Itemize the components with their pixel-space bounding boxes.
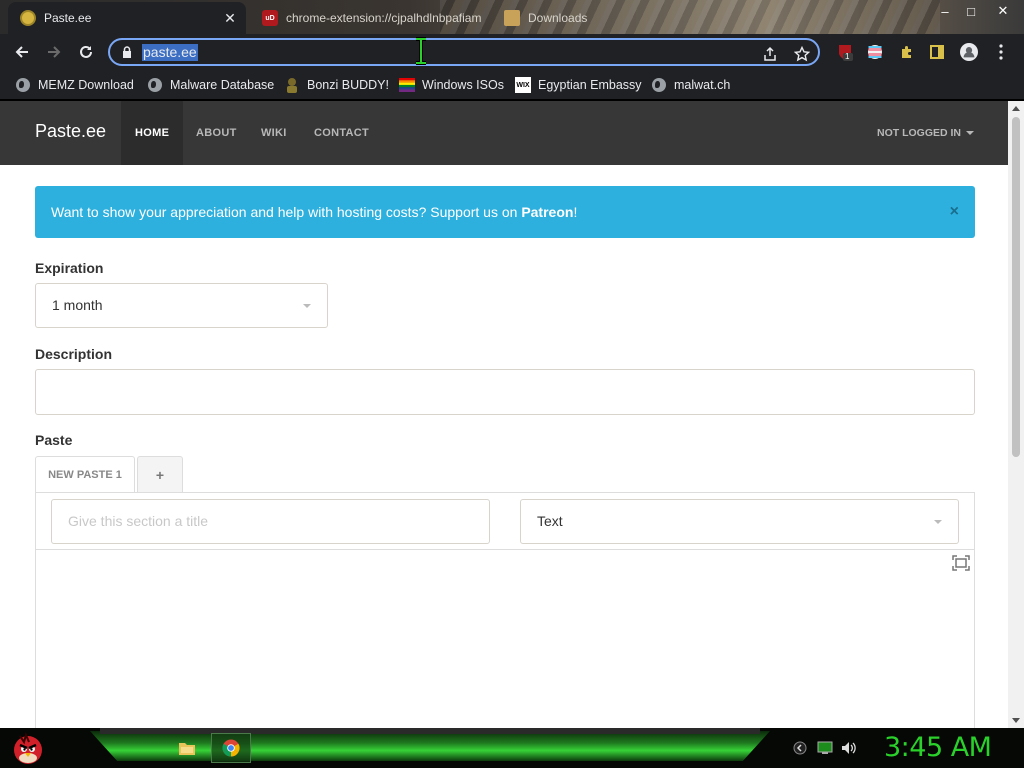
address-bar[interactable]: paste.ee [108,37,820,66]
patreon-link[interactable]: Patreon [521,204,573,220]
globe-icon [651,77,667,93]
nav-about[interactable]: ABOUT [196,101,237,165]
wix-icon: WIX [515,77,531,93]
rainbow-flag-icon [399,77,415,93]
bookmark-label: Egyptian Embassy [538,78,642,92]
tab-title: Downloads [528,11,588,25]
nav-contact[interactable]: CONTACT [314,101,369,165]
puzzle-extensions-icon[interactable] [898,43,916,61]
globe-icon [15,77,31,93]
description-input[interactable] [35,369,975,415]
scroll-up-icon[interactable] [1012,106,1020,111]
site-navbar: Paste.ee HOME ABOUT WIKI CONTACT NOT LOG… [0,101,1008,165]
nav-wiki[interactable]: WIKI [261,101,287,165]
tab-close-icon[interactable]: ✕ [220,8,240,28]
chrome-icon [222,739,240,757]
browser-tab-strip: Paste.ee ✕ uD chrome-extension://cjpalhd… [0,0,1024,34]
section-title-input[interactable]: Give this section a title [51,499,490,544]
flag-extension-icon[interactable] [866,43,884,61]
browser-toolbar: paste.ee 1 [0,34,1024,70]
paste-label: Paste [35,432,73,448]
bookmark-label: Windows ISOs [422,78,504,92]
maximize-button[interactable]: □ [958,0,984,22]
site-brand[interactable]: Paste.ee [35,121,106,142]
patreon-alert: Want to show your appreciation and help … [35,186,975,238]
bookmark-label: Malware Database [170,78,275,92]
scrollbar-thumb[interactable] [1012,117,1020,457]
taskbar-file-explorer[interactable] [172,733,202,763]
add-paste-tab-button[interactable]: + [137,456,183,493]
tab-title: Paste.ee [44,11,92,25]
webpage: Paste.ee HOME ABOUT WIKI CONTACT NOT LOG… [0,101,1008,728]
alert-text: Want to show your appreciation and help … [51,204,578,220]
scroll-down-icon[interactable] [1012,718,1020,723]
page-scrollbar[interactable] [1008,101,1024,728]
share-icon[interactable] [760,44,780,64]
minimize-button[interactable]: – [932,0,958,22]
tab-new-paste-1[interactable]: NEW PASTE 1 [35,456,135,493]
bookmark-bonzi-buddy[interactable]: Bonzi BUDDY! [284,75,389,95]
taskbar-clock[interactable]: 3:45 AM [884,732,992,763]
volume-icon[interactable] [841,740,857,756]
downloads-favicon [504,10,520,26]
tab-title: chrome-extension://cjpalhdlnbpafiamejdnh… [286,11,482,25]
profile-avatar-icon[interactable] [960,43,978,61]
bonzi-icon [284,77,300,93]
bookmark-label: MEMZ Download [38,78,134,92]
menu-kebab-icon[interactable] [992,43,1010,61]
paste-editor[interactable] [36,550,974,728]
expiration-select[interactable]: 1 month [35,283,328,328]
chevron-down-icon [934,520,942,524]
arrow-left-icon [15,46,28,58]
caret-down-icon [966,131,974,135]
reload-icon [80,45,92,58]
alert-close-icon[interactable]: × [950,203,959,221]
taskbar: 3:45 AM [0,728,1024,768]
ublock-favicon: uD [262,10,278,26]
start-button-angry-bird-icon[interactable] [10,730,46,766]
network-icon[interactable] [817,740,833,756]
reload-button[interactable] [72,38,100,66]
side-panel-icon[interactable] [928,43,946,61]
nav-home[interactable]: HOME [121,101,184,165]
extension-badge: 1 [845,52,850,61]
expiration-label: Expiration [35,260,104,276]
bookmark-malware-database[interactable]: Malware Database [147,75,274,95]
bookmarks-bar: MEMZ Download Malware Database Bonzi BUD… [0,70,1024,100]
globe-icon [147,77,163,93]
paste-ee-favicon [20,10,36,26]
paste-section: Give this section a title Text [35,492,975,728]
expiration-value: 1 month [52,297,103,313]
back-button[interactable] [8,38,36,66]
bookmark-malwatch[interactable]: malwat.ch [651,75,730,95]
url-text[interactable]: paste.ee [142,44,198,61]
bookmark-egyptian-embassy[interactable]: WIX Egyptian Embassy [515,75,642,95]
forward-button[interactable] [40,38,68,66]
text-cursor-icon [416,37,426,65]
user-menu[interactable]: NOT LOGGED IN [877,101,974,165]
lock-icon [123,46,131,58]
user-menu-label: NOT LOGGED IN [877,127,961,139]
bookmark-star-icon[interactable] [792,44,812,64]
tray-chevron-icon[interactable] [792,740,808,756]
tab-chrome-extension[interactable]: uD chrome-extension://cjpalhdlnbpafiamej… [250,2,482,34]
syntax-value: Text [537,513,563,529]
arrow-right-icon [48,46,61,58]
section-title-placeholder: Give this section a title [68,513,209,529]
chevron-down-icon [303,304,311,308]
ublock-extension-icon[interactable]: 1 [836,43,854,61]
bookmark-windows-isos[interactable]: Windows ISOs [399,75,504,95]
taskbar-chrome[interactable] [211,733,251,763]
bookmark-label: malwat.ch [674,78,731,92]
syntax-select[interactable]: Text [520,499,959,544]
description-label: Description [35,346,113,362]
tab-downloads[interactable]: Downloads [492,2,632,34]
bookmark-memz-download[interactable]: MEMZ Download [15,75,134,95]
bookmark-label: Bonzi BUDDY! [307,78,389,92]
folder-icon [179,743,195,755]
close-window-button[interactable]: ✕ [990,0,1016,22]
tab-paste-ee[interactable]: Paste.ee ✕ [8,2,246,34]
